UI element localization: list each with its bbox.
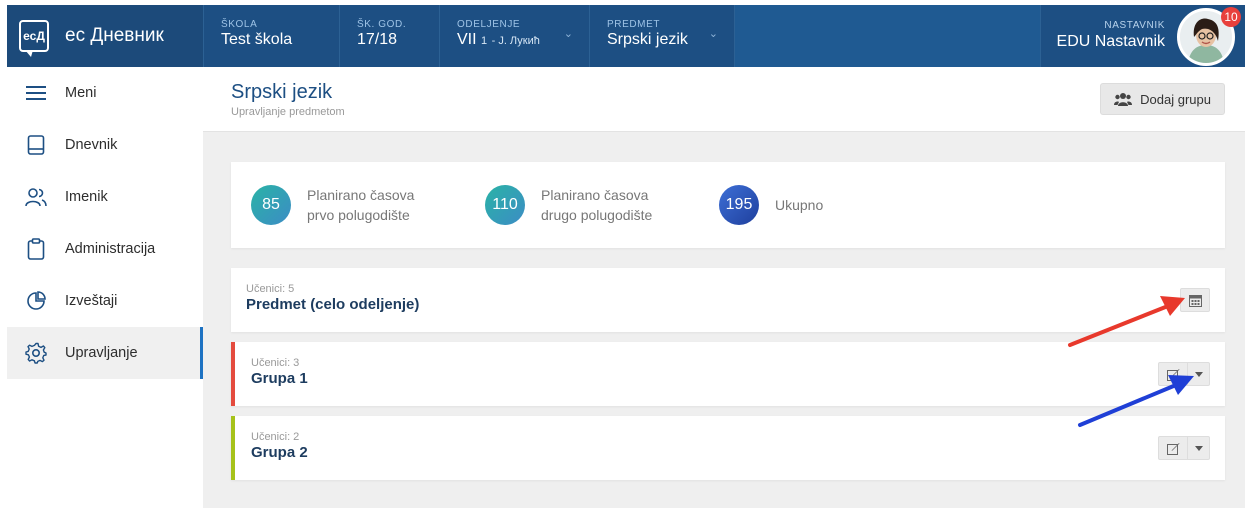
stat-second-semester: 110 Planirano časova drugo polugodište	[485, 185, 671, 225]
stat-first-semester: 85 Planirano časova prvo polugodište	[251, 185, 437, 225]
sidebar-item-menu[interactable]: Meni	[7, 67, 203, 119]
edit-button[interactable]	[1159, 437, 1187, 459]
sidebar: Meni Dnevnik Imenik Administracija Izveš…	[7, 67, 203, 508]
class-grade: VII	[457, 31, 477, 48]
add-group-label: Dodaj grupu	[1140, 91, 1211, 107]
group-name: Predmet (celo odeljenje)	[246, 296, 420, 313]
users-icon	[24, 185, 48, 209]
brand[interactable]: есД ес Дневник	[7, 5, 203, 67]
sidebar-item-label: Administracija	[65, 241, 156, 257]
stat-label: Planirano časova prvo polugodište	[307, 187, 415, 223]
caret-down-button[interactable]	[1187, 363, 1209, 385]
sidebar-item-label: Dnevnik	[65, 137, 118, 153]
header-school[interactable]: ŠKOLA Test škola	[203, 5, 339, 67]
user-menu[interactable]: NASTAVNIK EDU Nastavnik 10	[1040, 5, 1245, 67]
edit-icon	[1166, 368, 1179, 381]
stat-total: 195 Ukupno	[719, 185, 905, 225]
header-year-value: 17/18	[357, 31, 398, 48]
group-row-grupa-2: Učenici: 2 Grupa 2	[231, 416, 1225, 480]
user-role-label: NASTAVNIK	[1104, 20, 1165, 31]
chevron-down-icon: ⌄	[563, 28, 573, 40]
group-actions	[1158, 436, 1210, 460]
stats-card: 85 Planirano časova prvo polugodište 110…	[231, 162, 1225, 248]
sidebar-item-label: Izveštaji	[65, 293, 118, 309]
group-student-count: Učenici: 2	[251, 431, 300, 443]
stat-value: 85	[251, 185, 291, 225]
book-icon	[24, 133, 48, 157]
chevron-down-icon: ⌄	[708, 28, 718, 40]
hamburger-icon	[24, 81, 48, 105]
sidebar-item-upravljanje[interactable]: Upravljanje	[7, 327, 203, 379]
pie-chart-icon	[24, 289, 48, 313]
sidebar-item-label: Upravljanje	[65, 345, 138, 361]
calendar-icon	[1181, 289, 1209, 311]
header-school-value: Test škola	[221, 31, 293, 48]
header-spacer	[734, 5, 1040, 67]
group-name: Grupa 2	[251, 444, 308, 461]
schedule-button[interactable]	[1180, 288, 1210, 312]
sidebar-item-izvestaji[interactable]: Izveštaji	[7, 275, 203, 327]
page-title: Srpski jezik	[231, 81, 333, 103]
header-subject-selector[interactable]: PREDMET Srpski jezik ⌄	[589, 5, 734, 67]
group-row-grupa-1: Učenici: 3 Grupa 1	[231, 342, 1225, 406]
caret-down-icon	[1194, 445, 1203, 451]
app-window: есД ес Дневник ŠKOLA Test škola ŠK. GOD.…	[0, 0, 1250, 508]
users-icon	[1114, 92, 1133, 106]
add-group-button[interactable]: Dodaj grupu	[1100, 83, 1225, 115]
caret-down-icon	[1194, 371, 1203, 377]
group-row-whole-class: Učenici: 5 Predmet (celo odeljenje)	[231, 268, 1225, 332]
main-content: Srpski jezik Upravljanje predmetom Dodaj…	[203, 67, 1245, 508]
group-name: Grupa 1	[251, 370, 308, 387]
stat-value: 195	[719, 185, 759, 225]
gear-icon	[24, 341, 48, 365]
brand-logo-icon: есД	[19, 20, 49, 57]
class-teacher: - Ј. Лукић	[491, 35, 540, 47]
sidebar-item-label: Meni	[65, 85, 97, 101]
clipboard-icon	[24, 237, 48, 261]
sidebar-item-dnevnik[interactable]: Dnevnik	[7, 119, 203, 171]
class-number: 1	[481, 35, 488, 47]
group-actions	[1158, 362, 1210, 386]
stat-label: Ukupno	[775, 197, 824, 213]
user-name: EDU Nastavnik	[1056, 33, 1165, 50]
header-year[interactable]: ŠK. GOD. 17/18	[339, 5, 439, 67]
stat-value: 110	[485, 185, 525, 225]
sidebar-item-administracija[interactable]: Administracija	[7, 223, 203, 275]
edit-button[interactable]	[1159, 363, 1187, 385]
caret-down-button[interactable]	[1187, 437, 1209, 459]
header-year-label: ŠK. GOD.	[357, 19, 407, 30]
sidebar-item-imenik[interactable]: Imenik	[7, 171, 203, 223]
header-class-selector[interactable]: ODELJENJE VII 1 - Ј. Лукић ⌄	[439, 5, 589, 67]
group-student-count: Učenici: 3	[251, 357, 300, 369]
edit-icon	[1166, 442, 1179, 455]
page-subtitle: Upravljanje predmetom	[231, 106, 345, 118]
top-header: есД ес Дневник ŠKOLA Test škola ŠK. GOD.…	[7, 5, 1245, 67]
notification-badge[interactable]: 10	[1221, 7, 1241, 27]
page-header: Srpski jezik Upravljanje predmetom Dodaj…	[203, 67, 1245, 132]
header-school-label: ŠKOLA	[221, 19, 258, 30]
group-student-count: Učenici: 5	[246, 283, 295, 295]
stat-label: Planirano časova drugo polugodište	[541, 187, 653, 223]
brand-name: ес Дневник	[65, 25, 164, 46]
sidebar-item-label: Imenik	[65, 189, 108, 205]
